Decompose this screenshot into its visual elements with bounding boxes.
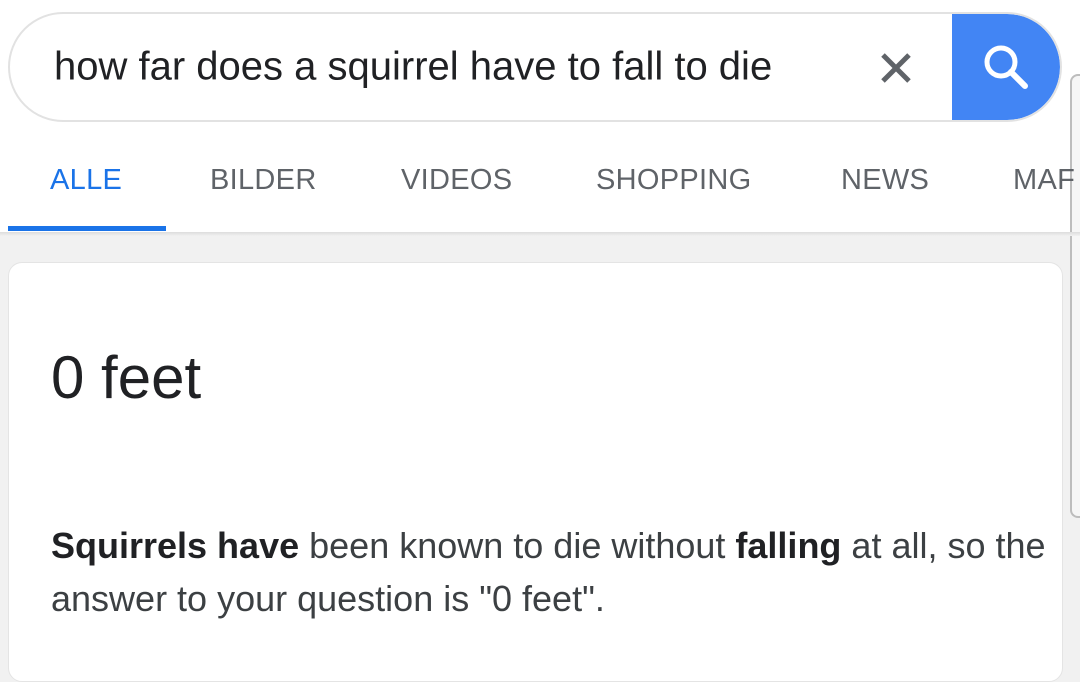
snippet-bold-subject: Squirrels have — [51, 525, 300, 566]
search-input[interactable]: how far does a squirrel have to fall to … — [54, 45, 772, 90]
search-bar[interactable]: how far does a squirrel have to fall to … — [8, 12, 1062, 122]
tab-videos[interactable]: VIDEOS — [401, 164, 512, 197]
tab-maps[interactable]: MAF — [1013, 164, 1075, 197]
snippet-text-part: been known to die without — [299, 525, 736, 566]
close-icon — [881, 53, 911, 83]
header-divider — [0, 232, 1080, 236]
search-button[interactable] — [952, 14, 1060, 120]
clear-search-button[interactable] — [872, 44, 920, 92]
search-icon — [984, 45, 1028, 89]
featured-snippet-card: 0 feet Squirrels have been known to die … — [8, 262, 1063, 682]
tab-news[interactable]: NEWS — [841, 164, 929, 197]
tab-shopping[interactable]: SHOPPING — [596, 164, 752, 197]
snippet-bold-keyword: falling — [735, 525, 842, 566]
tab-bilder[interactable]: BILDER — [210, 164, 317, 197]
search-tabs: ALLE BILDER VIDEOS SHOPPING NEWS MAF — [0, 150, 1080, 232]
snippet-text: Squirrels have been known to die without… — [51, 519, 1051, 625]
search-header: how far does a squirrel have to fall to … — [0, 0, 1080, 518]
answer-heading: 0 feet — [51, 344, 202, 411]
scrollbar[interactable] — [1070, 74, 1080, 518]
tab-alle[interactable]: ALLE — [50, 164, 122, 197]
active-tab-indicator — [8, 226, 166, 231]
